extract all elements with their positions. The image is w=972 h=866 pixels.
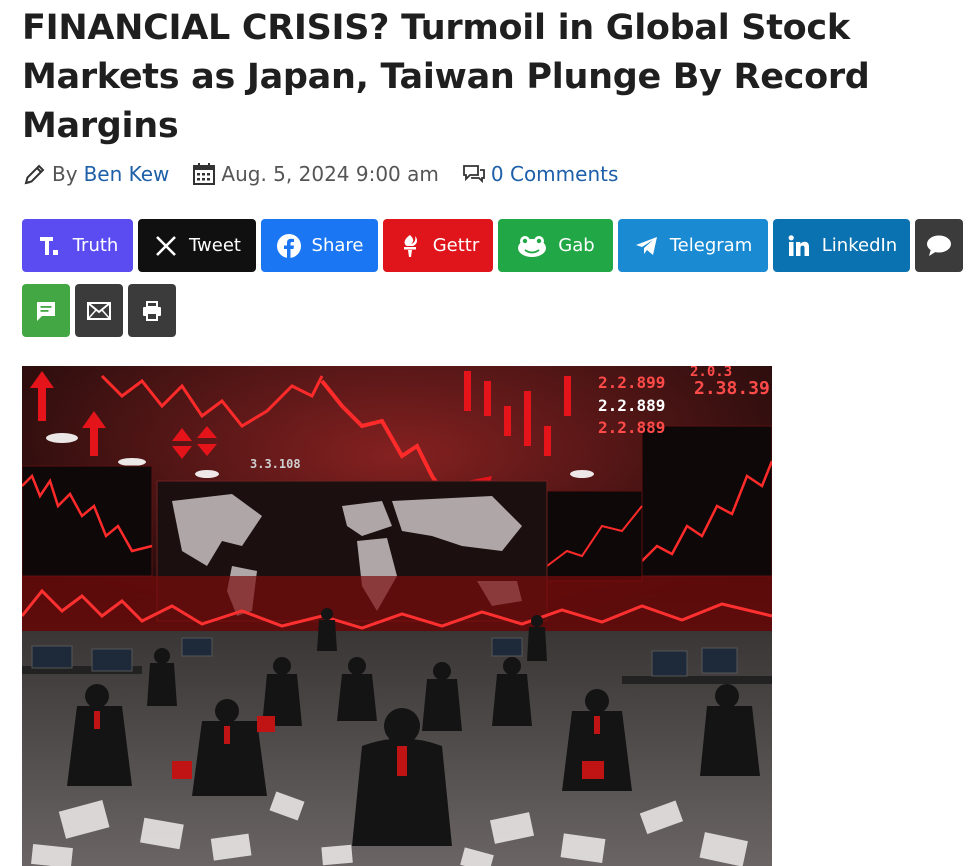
share-label: Share: [311, 235, 364, 256]
share-x-button[interactable]: Tweet: [138, 219, 256, 272]
share-sms-button[interactable]: [22, 284, 70, 337]
sms-icon: [33, 298, 59, 324]
print-icon: [139, 298, 165, 324]
comments-icon: [461, 161, 487, 187]
facebook-icon: [276, 233, 302, 259]
calendar-icon: [191, 161, 217, 187]
share-email-button[interactable]: [75, 284, 123, 337]
stock-crash-illustration: 3.3.108 2.2.899 2.2.889 2.2.889 2.38.39 …: [22, 366, 772, 866]
share-facebook-button[interactable]: Share: [261, 219, 378, 272]
screen-number: 2.2.889: [598, 396, 665, 415]
screen-number: 3.3.108: [250, 457, 301, 471]
gettr-icon: [397, 233, 423, 259]
publish-date: Aug. 5, 2024 9:00 am: [221, 162, 439, 186]
comments-link[interactable]: 0 Comments: [491, 162, 619, 186]
share-gab-button[interactable]: Gab: [498, 219, 613, 272]
share-label: Gettr: [432, 235, 480, 256]
pencil-icon: [22, 161, 48, 187]
screen-right: [641, 425, 772, 577]
x-icon: [153, 233, 179, 259]
by-label: By: [52, 162, 78, 186]
hero-image: 3.3.108 2.2.899 2.2.889 2.2.889 2.38.39 …: [22, 366, 772, 866]
share-gettr-button[interactable]: Gettr: [383, 219, 493, 272]
linkedin-icon: [786, 233, 812, 259]
share-label: Truth: [72, 235, 119, 256]
share-comment-button[interactable]: [915, 219, 963, 272]
share-truth-button[interactable]: Truth: [22, 219, 133, 272]
screen-number: 2.2.899: [598, 373, 665, 392]
share-linkedin-button[interactable]: LinkedIn: [773, 219, 910, 272]
screen-left: [22, 465, 153, 577]
email-icon: [86, 298, 112, 324]
screen-number: 2.0.3: [690, 366, 732, 380]
telegram-icon: [634, 233, 660, 259]
share-label: Gab: [558, 235, 595, 256]
author-link[interactable]: Ben Kew: [84, 162, 170, 186]
print-button[interactable]: [128, 284, 176, 337]
share-buttons: Truth Tweet Share Gettr Gab Telegram Lin…: [22, 219, 963, 272]
share-label: Tweet: [189, 235, 241, 256]
comment-bubble-icon: [926, 233, 952, 259]
article-page: FINANCIAL CRISIS? Turmoil in Global Stoc…: [0, 0, 972, 866]
share-label: LinkedIn: [821, 235, 898, 256]
article-headline: FINANCIAL CRISIS? Turmoil in Global Stoc…: [22, 8, 870, 146]
screen-number: 2.38.39: [694, 378, 770, 399]
screen-number: 2.2.889: [598, 418, 665, 437]
truth-social-icon: [37, 233, 63, 259]
share-buttons-secondary: [22, 284, 176, 337]
article-meta: By Ben Kew Aug. 5, 2024 9:00 am 0 Commen…: [22, 157, 618, 191]
share-label: Telegram: [669, 235, 753, 256]
share-telegram-button[interactable]: Telegram: [618, 219, 768, 272]
gab-frog-icon: [516, 233, 548, 259]
